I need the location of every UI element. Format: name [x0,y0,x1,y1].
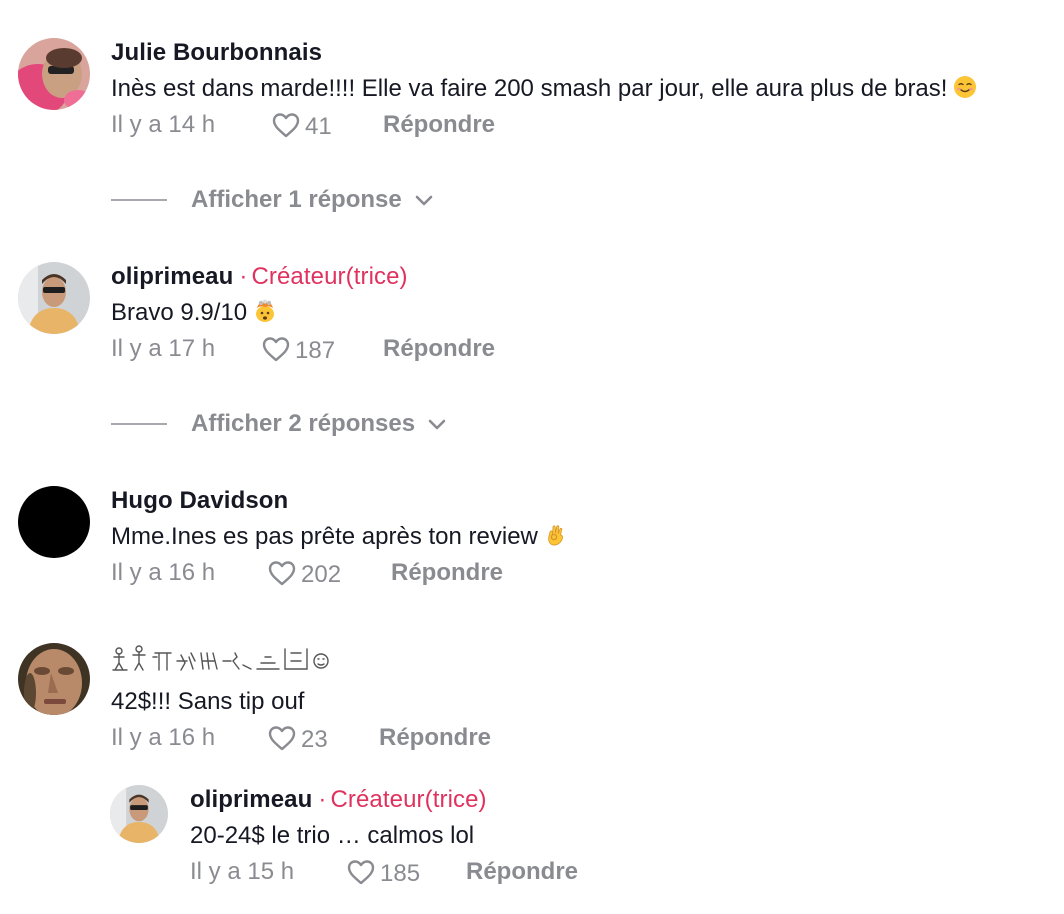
separator-dot: · [318,786,327,813]
like-count: 187 [295,337,336,364]
comment-meta: Il y a 15 h 185 Répondre [190,855,1064,889]
like-button[interactable]: 202 [267,557,381,589]
like-count: 202 [301,561,342,588]
reply-button[interactable]: Répondre [383,111,495,139]
exploding-head-icon [256,299,275,322]
comment-author[interactable]: Hugo Davidson [111,486,1064,516]
reply-button[interactable]: Répondre [383,335,495,363]
comment-text-content: Bravo 9.9/10 [111,299,248,326]
smiling-face-icon [954,76,977,98]
comment-time: Il y a 15 h [190,858,295,885]
comment-text-content: Inès est dans marde!!!! Elle va faire 20… [111,75,948,102]
comment-text: 42$!!! Sans tip ouf [111,687,1064,717]
avatar[interactable] [18,486,90,558]
comment-time: Il y a 17 h [111,335,216,362]
decorative-glyph-name-icon [112,645,329,671]
ok-hand-icon [548,525,563,546]
comment-time: Il y a 16 h [111,724,216,751]
like-count: 185 [380,860,421,887]
view-replies-button[interactable]: Afficher 2 réponses [111,408,447,440]
comment-author[interactable] [111,643,1064,681]
reply-button[interactable]: Répondre [379,724,491,752]
heart-icon[interactable] [267,724,297,752]
heart-icon[interactable] [261,335,291,363]
like-button[interactable]: 185 [346,856,456,888]
comment-text-content: Mme.Ines es pas prête après ton review [111,523,538,550]
like-button[interactable]: 23 [267,722,369,754]
comment-text-content: 42$!!! Sans tip ouf [111,688,305,715]
comment-text: Inès est dans marde!!!! Elle va faire 20… [111,74,1064,104]
comment-time: Il y a 16 h [111,559,216,586]
comment-author[interactable]: Julie Bourbonnais [111,38,1064,68]
separator-dot: · [239,263,248,290]
comment-text-content: 20-24$ le trio … calmos lol [190,822,475,849]
comment-author[interactable]: oliprimeau [111,263,233,290]
like-count: 41 [305,113,332,140]
heart-icon[interactable] [271,111,301,139]
avatar[interactable] [18,643,90,715]
comment-meta: Il y a 16 h 202 Répondre [111,556,1064,590]
heart-icon[interactable] [346,858,376,886]
comment-meta: Il y a 16 h 23 Répondre [111,721,1064,755]
chevron-down-icon [428,419,446,430]
comment-text: 20-24$ le trio … calmos lol [190,821,1064,851]
view-replies-label: Afficher 2 réponses [191,410,416,437]
creator-badge: Créateur(trice) [251,263,408,290]
avatar[interactable] [18,262,90,334]
reply-button[interactable]: Répondre [391,559,503,587]
comment-author-line: oliprimeau · Créateur(trice) [190,785,1064,815]
comment-text: Bravo 9.9/10 [111,298,1064,328]
comment-author[interactable]: oliprimeau [190,786,312,813]
comment-author-line: oliprimeau · Créateur(trice) [111,262,1064,292]
heart-icon[interactable] [267,559,297,587]
comment-meta: Il y a 17 h 187 Répondre [111,332,1064,366]
comment-text: Mme.Ines es pas prête après ton review [111,522,1064,552]
reply-button[interactable]: Répondre [466,858,578,886]
avatar[interactable] [18,38,90,110]
view-replies-label: Afficher 1 réponse [191,186,402,213]
like-button[interactable]: 41 [271,109,373,141]
avatar[interactable] [110,785,168,843]
like-button[interactable]: 187 [261,333,373,365]
creator-badge: Créateur(trice) [330,786,487,813]
like-count: 23 [301,726,328,753]
comment-meta: Il y a 14 h 41 Répondre [111,108,1064,142]
comment-time: Il y a 14 h [111,111,216,138]
divider [111,199,167,201]
view-replies-button[interactable]: Afficher 1 réponse [111,184,434,216]
chevron-down-icon [415,195,433,206]
divider [111,423,167,425]
